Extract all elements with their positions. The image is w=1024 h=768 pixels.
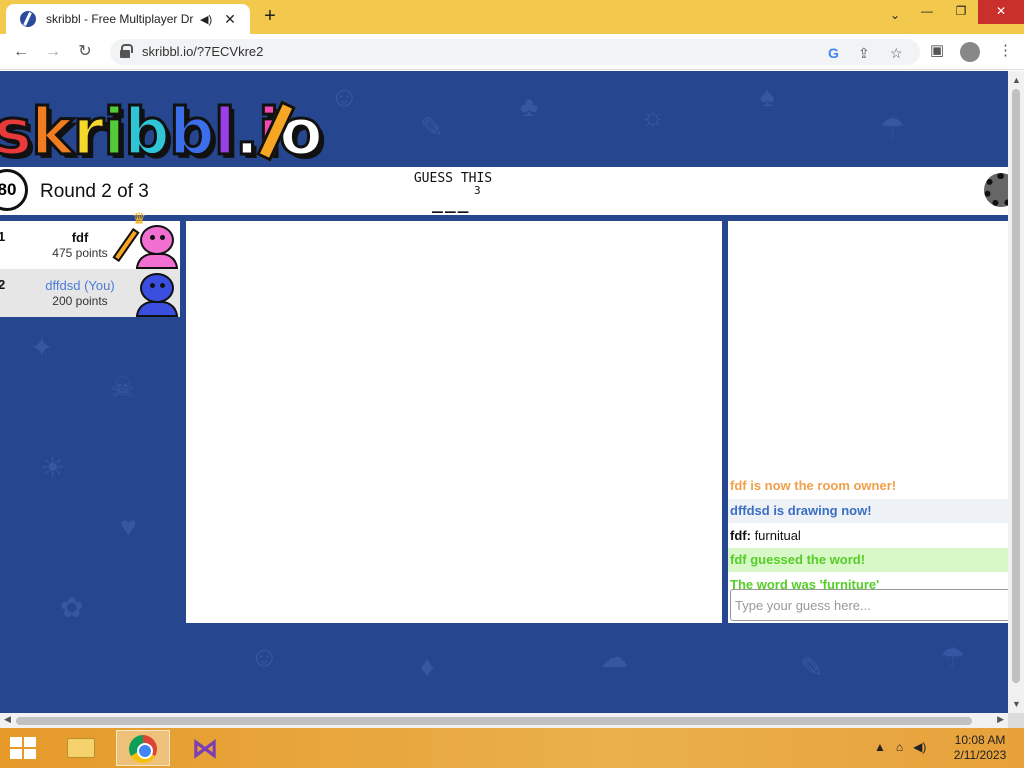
menu-kebab-icon[interactable]: ⋮ [998, 41, 1013, 59]
system-tray[interactable]: ▲ ⌂ ◀) [874, 740, 926, 754]
scroll-thumb[interactable] [1012, 89, 1020, 683]
doodle-icon: ☀ [40, 452, 66, 483]
doodle-icon: ♠ [760, 81, 775, 112]
chat-message: fdf guessed the word! [728, 548, 1008, 572]
tab-search-chevron-icon[interactable]: ⌄ [890, 8, 900, 22]
taskbar-date: 2/11/2023 [953, 748, 1007, 762]
side-panel-icon[interactable]: ▣ [930, 41, 944, 59]
chat-message: dffdsd is drawing now! [728, 499, 1008, 523]
chat-username: fdf: [730, 528, 751, 543]
chat-panel: fdf is now the room owner! dffdsd is dra… [728, 221, 1008, 623]
player-list: 1 fdf 475 points ♛ 2 dffdsd (You) 200 po… [0, 211, 180, 317]
doodle-icon: ☂ [940, 642, 966, 673]
doodle-icon: ☁ [600, 642, 628, 673]
doodle-icon: ✎ [420, 112, 444, 143]
player-avatar [136, 273, 178, 317]
taskbar-visual-studio[interactable]: ⋈ [178, 730, 232, 766]
scroll-right-icon[interactable]: ▶ [997, 714, 1004, 725]
new-tab-button[interactable]: + [260, 6, 280, 26]
window-controls: — ❐ ✕ [910, 0, 1024, 24]
taskbar-time: 10:08 AM [954, 733, 1006, 747]
guess-input[interactable] [730, 589, 1008, 621]
horizontal-scrollbar[interactable]: ◀ ▶ [0, 713, 1008, 728]
taskbar-clock[interactable]: 10:08 AM 2/11/2023 [944, 733, 1016, 763]
scroll-corner [1008, 713, 1024, 728]
settings-gear-icon[interactable] [984, 173, 1008, 207]
scroll-down-icon[interactable]: ▼ [1012, 699, 1021, 709]
doodle-icon: ☺ [250, 641, 279, 672]
taskbar: ⋈ ▲ ⌂ ◀) 10:08 AM 2/11/2023 [0, 728, 1024, 768]
scroll-left-icon[interactable]: ◀ [4, 714, 11, 725]
logo-letter: b [123, 95, 172, 172]
doodle-icon: ♦ [420, 651, 435, 682]
profile-avatar-icon[interactable] [960, 42, 980, 62]
doodle-icon: ✿ [60, 592, 84, 623]
taskbar-file-explorer[interactable] [54, 730, 108, 766]
reload-button[interactable]: ↻ [74, 41, 96, 63]
folder-icon [67, 738, 95, 758]
volume-icon[interactable]: ◀) [913, 740, 926, 754]
skribbl-page: ☺ ✎ ♣ ☼ ♠ ☂ ✦ ☠ ☀ ♥ ✿ ☺ ♦ ☁ ✎ ☂ skribbl.… [0, 71, 1008, 713]
word-blanks: ___ [432, 193, 471, 214]
crown-icon: ♛ [132, 211, 147, 228]
address-bar[interactable]: skribbl.io/?7ECVkre2 G ⇪ ☆ [110, 39, 920, 65]
logo-letter: s [0, 95, 34, 172]
taskbar-chrome[interactable] [116, 730, 170, 766]
player-avatar [136, 225, 178, 269]
player-row[interactable]: 1 fdf 475 points ♛ [0, 211, 180, 269]
browser-toolbar: ← → ↻ skribbl.io/?7ECVkre2 G ⇪ ☆ ▣ ⋮ [0, 34, 1024, 70]
network-icon[interactable]: ⌂ [896, 740, 903, 754]
logo-letter: b [167, 95, 216, 172]
doodle-icon: ✎ [800, 652, 824, 683]
title-bar: skribbl - Free Multiplayer Dr ◀) ✕ + ⌄ —… [0, 0, 1024, 34]
doodle-icon: ♥ [120, 511, 137, 542]
doodle-icon: ♣ [520, 91, 539, 122]
share-icon[interactable]: ⇪ [858, 45, 870, 62]
skribbl-favicon-icon [20, 11, 36, 27]
vertical-scrollbar[interactable]: ▲ ▼ [1008, 71, 1024, 713]
doodle-icon: ☺ [330, 81, 359, 112]
scroll-up-icon[interactable]: ▲ [1012, 75, 1021, 85]
chat-message: fdf is now the room owner! [730, 478, 897, 493]
doodle-icon: ☠ [110, 372, 136, 403]
drawing-canvas[interactable] [186, 221, 722, 623]
browser-tab[interactable]: skribbl - Free Multiplayer Dr ◀) ✕ [6, 4, 250, 34]
lock-icon [120, 44, 133, 58]
logo-letter: . [233, 95, 260, 172]
visual-studio-icon: ⋈ [192, 733, 218, 763]
audio-playing-icon[interactable]: ◀) [200, 13, 212, 26]
doodle-icon: ☂ [880, 112, 906, 143]
bookmark-star-icon[interactable]: ☆ [890, 45, 903, 62]
windows-start-icon[interactable] [10, 737, 38, 761]
guess-this-label: GUESS THIS [413, 171, 493, 186]
forward-button[interactable]: → [42, 41, 64, 63]
player-row[interactable]: 2 dffdsd (You) 200 points [0, 269, 180, 317]
chat-text: furnitual [754, 528, 801, 543]
scroll-thumb[interactable] [16, 717, 972, 725]
chat-message: fdf: furnitual [728, 524, 1008, 548]
game-header: 80 Round 2 of 3 GUESS THIS 3 ___ [0, 167, 1008, 215]
logo-letter: l [212, 95, 237, 172]
tray-chevron-icon[interactable]: ▲ [874, 740, 886, 754]
restore-button[interactable]: ❐ [944, 0, 978, 24]
tab-close-icon[interactable]: ✕ [224, 11, 236, 28]
doodle-icon: ☼ [640, 101, 666, 132]
browser-window: skribbl - Free Multiplayer Dr ◀) ✕ + ⌄ —… [0, 0, 1024, 728]
logo-letter: k [30, 95, 76, 172]
close-window-button[interactable]: ✕ [978, 0, 1024, 24]
minimize-button[interactable]: — [910, 0, 944, 24]
chrome-icon [129, 735, 157, 763]
url-text: skribbl.io/?7ECVkre2 [142, 44, 264, 59]
doodle-icon: ✦ [30, 332, 54, 363]
back-button[interactable]: ← [10, 41, 32, 63]
google-lens-icon[interactable]: G [828, 45, 839, 61]
word-length: 3 [474, 184, 481, 197]
tab-title: skribbl - Free Multiplayer Dr [46, 12, 194, 26]
logo-letter: i [102, 95, 127, 172]
logo-letter: r [71, 95, 106, 172]
